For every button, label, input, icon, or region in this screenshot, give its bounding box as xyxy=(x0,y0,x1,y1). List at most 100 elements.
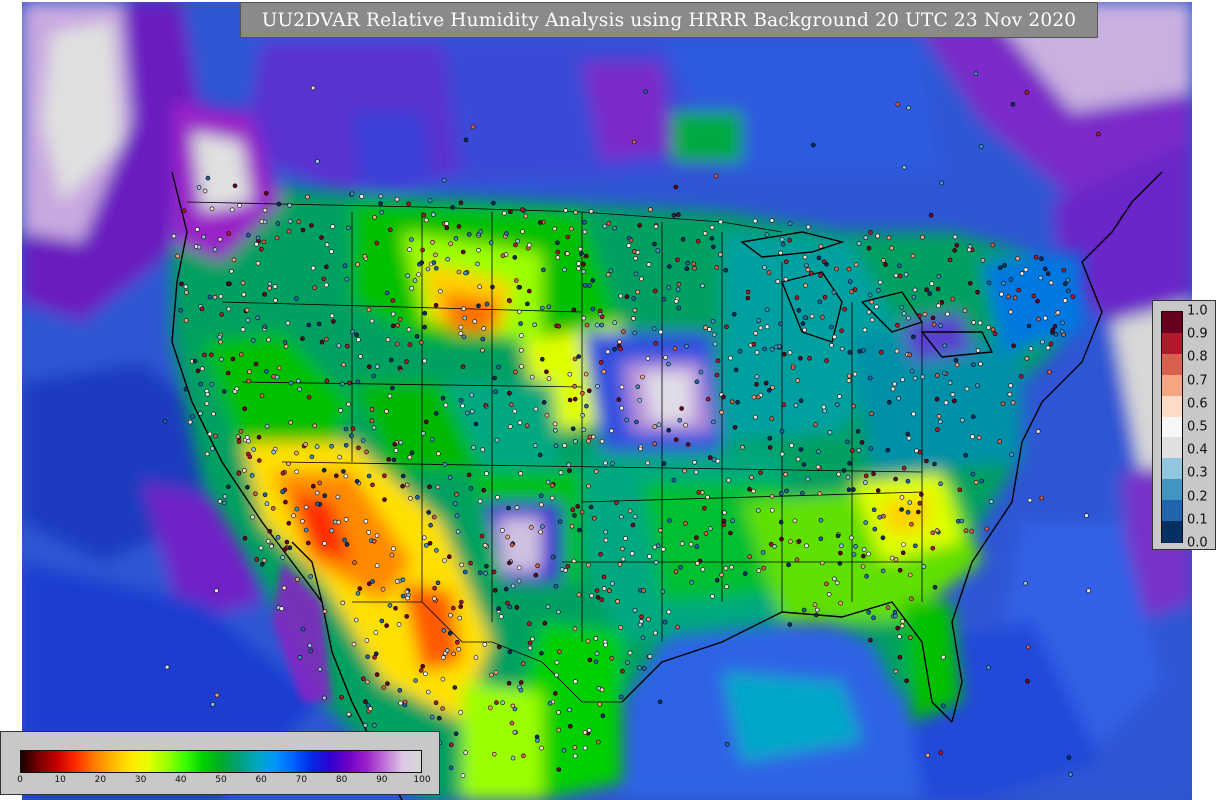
station-marker xyxy=(254,241,259,247)
station-marker xyxy=(552,691,558,696)
station-marker xyxy=(591,515,597,521)
station-marker xyxy=(493,389,498,395)
station-marker xyxy=(408,495,413,501)
station-marker xyxy=(346,711,352,717)
station-marker xyxy=(493,670,499,675)
station-marker xyxy=(711,419,716,425)
station-marker xyxy=(355,591,361,596)
station-marker xyxy=(732,424,738,430)
station-marker xyxy=(1066,755,1072,760)
station-marker xyxy=(479,533,485,539)
station-marker xyxy=(986,325,991,330)
station-marker xyxy=(483,403,489,408)
station-marker xyxy=(465,410,470,416)
station-marker xyxy=(694,560,700,566)
station-marker xyxy=(306,394,312,400)
station-marker xyxy=(344,276,350,282)
station-marker xyxy=(315,159,320,164)
station-marker xyxy=(288,420,294,425)
station-marker xyxy=(568,226,574,232)
station-marker xyxy=(525,301,530,307)
station-marker xyxy=(296,219,302,224)
station-marker xyxy=(737,348,743,354)
station-marker xyxy=(897,634,902,640)
station-marker xyxy=(212,247,218,252)
station-marker xyxy=(572,396,578,402)
station-marker xyxy=(458,604,464,609)
station-marker xyxy=(254,557,259,562)
station-marker xyxy=(841,468,847,473)
station-marker xyxy=(753,330,759,336)
humidity-map[interactable] xyxy=(22,2,1192,800)
station-marker xyxy=(729,564,734,570)
station-marker xyxy=(990,327,996,333)
station-marker xyxy=(1061,267,1067,273)
station-marker xyxy=(507,604,513,610)
station-marker xyxy=(552,421,558,427)
station-marker xyxy=(541,267,546,273)
station-marker xyxy=(787,622,793,627)
station-marker xyxy=(812,602,818,607)
station-marker xyxy=(585,638,591,644)
station-marker xyxy=(842,306,847,312)
station-marker xyxy=(340,381,345,387)
station-marker xyxy=(931,322,937,327)
station-marker xyxy=(362,253,368,259)
station-marker xyxy=(618,293,624,299)
station-marker xyxy=(369,318,375,324)
station-marker xyxy=(195,227,200,232)
station-marker xyxy=(881,258,886,263)
observation-tick-label: 0.9 xyxy=(1187,326,1208,342)
station-marker xyxy=(205,175,211,181)
station-marker xyxy=(567,723,573,729)
station-marker xyxy=(612,225,617,231)
station-marker xyxy=(1027,497,1033,503)
station-marker xyxy=(509,720,515,726)
station-marker xyxy=(970,434,975,440)
station-marker xyxy=(385,337,391,343)
station-marker xyxy=(906,315,911,321)
station-marker xyxy=(491,569,497,575)
station-marker xyxy=(1008,309,1014,315)
station-marker xyxy=(640,374,645,380)
station-marker xyxy=(232,389,238,394)
station-marker xyxy=(871,615,876,621)
station-marker xyxy=(458,397,464,403)
station-marker xyxy=(241,292,247,297)
station-marker xyxy=(764,307,770,313)
station-marker xyxy=(758,470,763,475)
station-marker xyxy=(867,375,873,381)
station-marker xyxy=(587,434,593,440)
station-marker xyxy=(389,552,395,558)
station-marker xyxy=(269,543,274,549)
station-marker xyxy=(607,588,612,594)
station-marker xyxy=(779,237,785,242)
station-marker xyxy=(462,569,468,575)
station-marker xyxy=(834,402,840,408)
station-marker xyxy=(582,229,588,235)
station-marker xyxy=(460,364,466,370)
station-marker xyxy=(705,396,711,402)
station-marker xyxy=(181,208,187,213)
station-marker xyxy=(496,644,502,650)
station-marker xyxy=(787,221,793,226)
station-marker xyxy=(1001,280,1006,286)
station-marker xyxy=(569,523,575,529)
station-marker xyxy=(934,396,940,402)
station-marker xyxy=(620,668,625,674)
station-marker xyxy=(539,502,544,508)
station-marker xyxy=(856,448,862,453)
station-marker xyxy=(662,619,668,625)
station-marker xyxy=(341,469,346,474)
observation-colorbar-segment xyxy=(1162,437,1182,460)
station-marker xyxy=(1063,281,1068,287)
station-marker xyxy=(463,137,469,143)
station-marker xyxy=(546,376,552,381)
station-marker xyxy=(562,443,567,448)
station-marker xyxy=(671,477,677,483)
station-marker xyxy=(831,289,837,295)
station-marker xyxy=(754,381,759,387)
station-marker xyxy=(937,419,943,425)
station-marker xyxy=(309,454,315,460)
station-marker xyxy=(435,484,441,490)
